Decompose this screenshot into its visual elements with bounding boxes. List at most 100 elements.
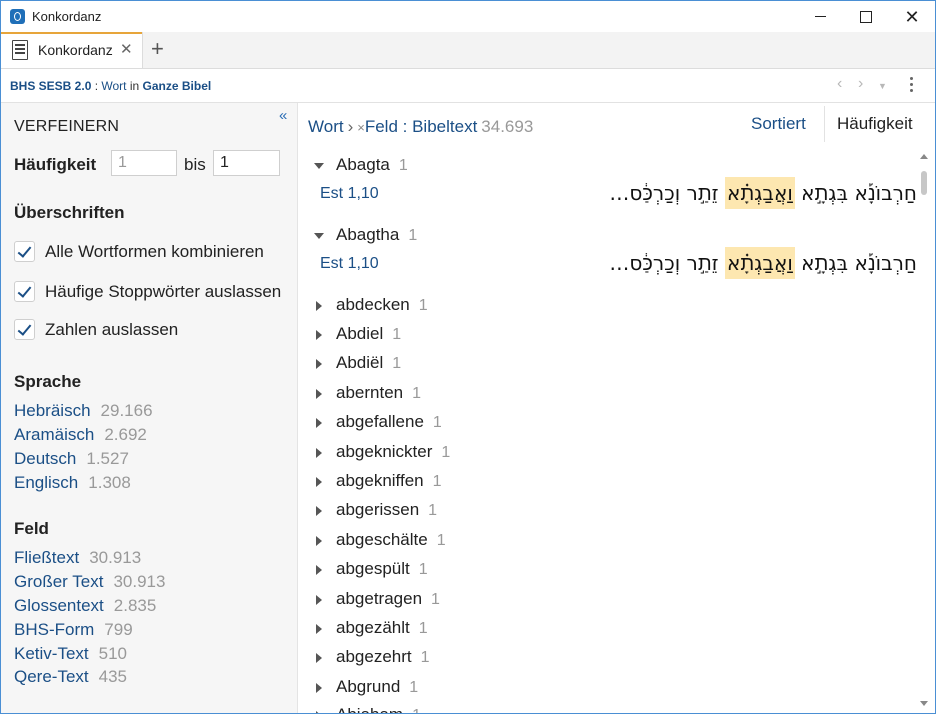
breadcrumb-sep: : [91,79,102,93]
result-row[interactable]: abgespült 1 [298,557,908,583]
window-title: Konkordanz [32,9,102,24]
verse-reference-link[interactable]: Est 1,10 [320,185,379,203]
facet-field[interactable]: Ketiv-Text 510 [14,644,127,664]
collapsed-triangle-icon[interactable] [316,683,322,693]
result-row[interactable]: Abdiël 1 [298,351,908,377]
remove-filter-icon[interactable]: × [357,120,365,135]
hebrew-context-text: חַרְבוֹנָ֡א בִּגְתָ֣א וַאֲבַגְתָ֗א זֵתַ֣… [609,177,917,209]
history-dropdown-icon[interactable]: ▼ [878,81,887,91]
result-row[interactable]: abgetragen 1 [298,587,908,613]
verse-reference-link[interactable]: Est 1,10 [320,255,379,273]
facet-language[interactable]: Englisch 1.308 [14,473,131,493]
breadcrumb-field[interactable]: Wort [101,79,126,93]
result-word: abgerissen 1 [336,500,438,519]
search-hit-highlight[interactable]: וַאֲבַגְתָ֗א [724,177,795,209]
expanded-triangle-icon[interactable] [314,233,324,239]
tab-konkordanz[interactable]: Konkordanz ✕ [1,32,143,68]
result-row[interactable]: abdecken 1 [298,293,908,319]
facet-field[interactable]: Großer Text 30.913 [14,572,165,592]
maximize-button[interactable] [843,1,889,32]
option-label: Zahlen auslassen [45,320,179,339]
facet-language[interactable]: Aramäisch 2.692 [14,425,147,445]
scrollbar-thumb[interactable] [921,171,927,195]
collapsed-triangle-icon[interactable] [316,477,322,487]
collapsed-triangle-icon[interactable] [316,448,322,458]
collapsed-triangle-icon[interactable] [316,595,322,605]
scroll-up-icon[interactable] [920,154,928,159]
result-row[interactable]: abernten 1 [298,381,908,407]
facet-field[interactable]: BHS-Form 799 [14,620,133,640]
result-word: Abagtha 1 [336,225,418,244]
checkbox-checked[interactable] [14,281,35,302]
facet-name: Aramäisch [14,425,95,444]
query-bar: Wort › ×Feld : Bibeltext 34.693 [308,117,533,137]
result-word: abgeknickter 1 [336,442,451,461]
collapsed-triangle-icon[interactable] [316,565,322,575]
facet-language[interactable]: Deutsch 1.527 [14,449,129,469]
headings-section-title: Überschriften [14,203,125,222]
tab-close-icon[interactable]: ✕ [120,40,133,58]
breadcrumb-scope[interactable]: Ganze Bibel [143,79,212,93]
facet-name: Ketiv-Text [14,644,89,663]
facet-name: Fließtext [14,548,80,567]
breadcrumb-resource[interactable]: BHS SESB 2.0 [10,79,91,93]
result-row[interactable]: abgeknickter 1 [298,440,908,466]
collapsed-triangle-icon[interactable] [316,506,322,516]
result-word: Abdiël 1 [336,353,402,372]
collapsed-triangle-icon[interactable] [316,330,322,340]
breadcrumb-bar: BHS SESB 2.0 : Wort in Ganze Bibel ‹ › ▼ [1,69,935,103]
tab-label: Konkordanz [38,42,113,58]
expanded-triangle-icon[interactable] [314,163,324,169]
facet-name: BHS-Form [14,620,95,639]
facet-field[interactable]: Glossentext 2.835 [14,596,156,616]
frequency-to-label: bis [184,155,206,174]
search-hit-highlight[interactable]: וַאֲבַגְתָ֗א [724,247,795,279]
frequency-from-input[interactable]: 1 [111,150,177,176]
result-row[interactable]: abgerissen 1 [298,498,908,524]
results-panel: Wort › ×Feld : Bibeltext 34.693 Sortiert Hä… [298,103,935,713]
checkbox-checked[interactable] [14,319,35,340]
result-row[interactable]: Abagta 1 [298,153,908,179]
query-arrow: › [347,117,354,136]
facet-field[interactable]: Qere-Text 435 [14,667,127,687]
result-word: abgespült 1 [336,559,428,578]
collapsed-triangle-icon[interactable] [316,624,322,634]
result-row[interactable]: abgezählt 1 [298,616,908,642]
facet-language[interactable]: Hebräisch 29.166 [14,401,153,421]
result-row[interactable]: abgekniffen 1 [298,469,908,495]
result-row[interactable]: Abagtha 1 [298,223,908,249]
collapsed-triangle-icon[interactable] [316,418,322,428]
collapsed-triangle-icon[interactable] [316,301,322,311]
close-window-button[interactable]: ✕ [889,1,935,32]
result-row[interactable]: abgeschälte 1 [298,528,908,554]
collapsed-triangle-icon[interactable] [316,389,322,399]
field-section-title: Feld [14,519,49,538]
sorted-button[interactable]: Sortiert [751,114,806,134]
checkbox-checked[interactable] [14,241,35,262]
facet-field[interactable]: Fließtext 30.913 [14,548,141,568]
query-field[interactable]: Feld : Bibeltext [365,117,477,136]
refine-panel: « VERFEINERN Häufigkeit 1 bis 1 Überschr… [1,103,298,713]
result-row[interactable]: Abdiel 1 [298,322,908,348]
facet-count: 510 [98,644,128,663]
minimize-button[interactable] [797,1,843,32]
collapse-panel-icon[interactable]: « [279,107,287,124]
forward-icon[interactable]: › [858,75,863,93]
result-row[interactable]: abgezehrt 1 [298,645,908,671]
collapsed-triangle-icon[interactable] [316,653,322,663]
result-row[interactable]: Abgrund 1 [298,675,908,701]
collapsed-triangle-icon[interactable] [316,711,322,713]
result-row[interactable]: abgefallene 1 [298,410,908,436]
query-count: 34.693 [481,117,534,136]
add-tab-button[interactable]: + [151,36,164,62]
scroll-down-icon[interactable] [920,701,928,706]
query-word[interactable]: Wort [308,117,344,136]
collapsed-triangle-icon[interactable] [316,359,322,369]
result-row[interactable]: Abiabam1 [298,703,908,713]
frequency-to-input[interactable]: 1 [213,150,280,176]
breadcrumb-in: in [126,79,143,93]
back-icon[interactable]: ‹ [837,75,842,93]
more-options-icon[interactable] [910,77,914,95]
frequency-button[interactable]: Häufigkeit [837,114,913,134]
collapsed-triangle-icon[interactable] [316,536,322,546]
